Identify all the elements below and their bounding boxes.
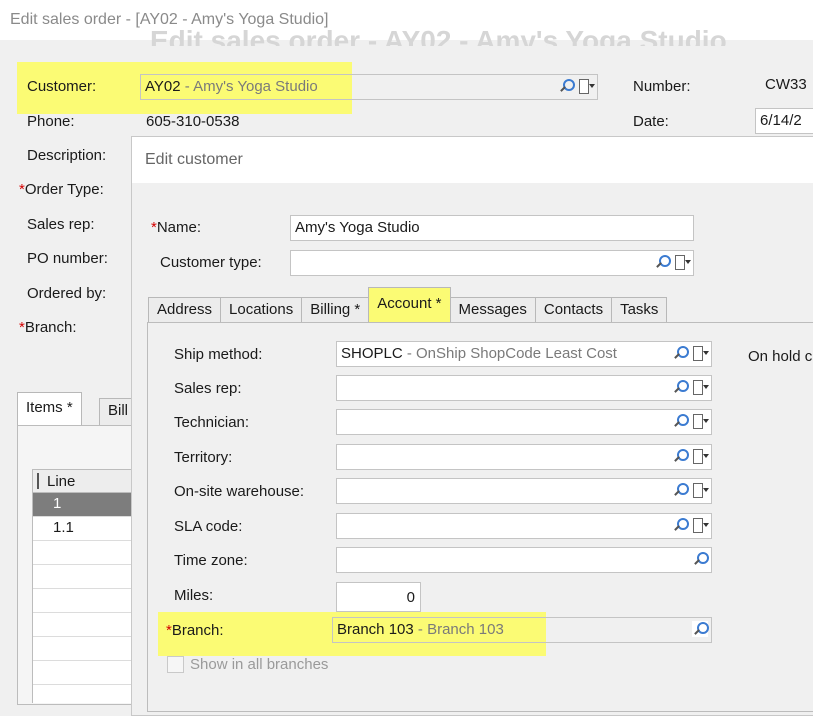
- description-label: Description:: [27, 147, 107, 164]
- dialog-tabs: Address Locations Billing * Account * Me…: [148, 287, 668, 323]
- tab-items[interactable]: Items *: [17, 392, 82, 426]
- customer-type-label: Customer type:: [160, 254, 262, 271]
- technician-label: Technician:: [174, 414, 250, 431]
- search-icon[interactable]: [672, 517, 689, 533]
- show-all-branches-checkbox[interactable]: [167, 656, 184, 673]
- tab-tasks[interactable]: Tasks: [611, 297, 668, 323]
- search-icon[interactable]: [558, 78, 575, 94]
- lookup-menu-icon[interactable]: [692, 345, 709, 361]
- table-row[interactable]: 1.1: [33, 517, 142, 541]
- lookup-menu-icon[interactable]: [692, 517, 709, 533]
- customer-field[interactable]: AY02 - Amy's Yoga Studio: [140, 74, 598, 100]
- tab-locations[interactable]: Locations: [220, 297, 303, 323]
- show-all-branches-label: Show in all branches: [190, 656, 329, 673]
- grid-header: Line: [32, 469, 142, 493]
- table-row: [33, 565, 142, 589]
- dialog-title: Edit customer: [132, 137, 813, 183]
- account-sales-rep-field[interactable]: [336, 375, 712, 401]
- lookup-menu-icon[interactable]: [578, 78, 595, 94]
- customer-code: AY02: [145, 78, 181, 95]
- ship-method-field[interactable]: SHOPLC - OnShip ShopCode Least Cost: [336, 341, 712, 367]
- onsite-warehouse-label: On-site warehouse:: [174, 483, 305, 500]
- account-branch-label: *Branch:: [166, 622, 224, 639]
- territory-field[interactable]: [336, 444, 712, 470]
- technician-field[interactable]: [336, 409, 712, 435]
- miles-label: Miles:: [174, 587, 214, 604]
- territory-label: Territory:: [174, 449, 233, 466]
- sla-code-field[interactable]: [336, 513, 712, 539]
- lookup-menu-icon[interactable]: [692, 379, 709, 395]
- search-icon[interactable]: [672, 448, 689, 464]
- table-row[interactable]: 1: [33, 493, 142, 517]
- on-hold-label: On hold c: [748, 348, 813, 365]
- table-row: [33, 541, 142, 565]
- branch-label: *Branch:: [19, 319, 77, 336]
- account-branch-field[interactable]: Branch 103 - Branch 103: [332, 617, 712, 643]
- lookup-menu-icon[interactable]: [692, 482, 709, 498]
- search-icon[interactable]: [692, 551, 709, 567]
- lookup-menu-icon[interactable]: [674, 254, 691, 270]
- dialog-name-label: *Name:: [151, 219, 202, 236]
- lookup-menu-icon[interactable]: [692, 448, 709, 464]
- onsite-warehouse-field[interactable]: [336, 478, 712, 504]
- table-row: [33, 589, 142, 613]
- lookup-menu-icon[interactable]: [692, 413, 709, 429]
- account-sales-rep-label: Sales rep:: [174, 380, 242, 397]
- order-type-label: *Order Type:: [19, 181, 104, 198]
- search-icon[interactable]: [672, 379, 689, 395]
- phone-label: Phone:: [27, 113, 75, 130]
- show-all-branches[interactable]: Show in all branches: [167, 656, 328, 673]
- ghost-title: Edit sales order - AY02 - Amy's Yoga Stu…: [150, 25, 727, 46]
- sales-rep-label: Sales rep:: [27, 216, 95, 233]
- search-icon[interactable]: [672, 413, 689, 429]
- tab-contacts[interactable]: Contacts: [534, 297, 613, 323]
- ship-method-label: Ship method:: [174, 346, 263, 363]
- customer-label: Customer:: [27, 78, 97, 95]
- customer-type-field[interactable]: [290, 250, 694, 276]
- sla-code-label: SLA code:: [174, 518, 243, 535]
- tab-billing[interactable]: Billing *: [301, 297, 370, 323]
- dialog-name-field[interactable]: Amy's Yoga Studio: [290, 215, 694, 241]
- time-zone-label: Time zone:: [174, 552, 248, 569]
- grid-body: 1 1.1: [32, 493, 142, 703]
- search-icon[interactable]: [672, 482, 689, 498]
- number-label: Number:: [633, 78, 691, 95]
- customer-name: - Amy's Yoga Studio: [180, 78, 318, 95]
- tab-messages[interactable]: Messages: [449, 297, 536, 323]
- table-row: [33, 661, 142, 685]
- grid-header-line[interactable]: Line: [47, 473, 75, 490]
- search-icon[interactable]: [692, 621, 709, 637]
- tab-address[interactable]: Address: [148, 297, 222, 323]
- date-label: Date:: [633, 113, 669, 130]
- number-value: CW33: [765, 76, 807, 93]
- table-row: [33, 637, 142, 661]
- search-icon[interactable]: [654, 254, 671, 270]
- table-row: [33, 613, 142, 637]
- time-zone-field[interactable]: [336, 547, 712, 573]
- miles-field[interactable]: 0: [336, 582, 421, 612]
- search-icon[interactable]: [672, 345, 689, 361]
- po-number-label: PO number:: [27, 250, 108, 267]
- phone-value: 605-310-0538: [146, 113, 240, 130]
- tab-account[interactable]: Account *: [368, 287, 451, 323]
- ordered-by-label: Ordered by:: [27, 285, 107, 302]
- date-field[interactable]: 6/14/2: [755, 108, 813, 134]
